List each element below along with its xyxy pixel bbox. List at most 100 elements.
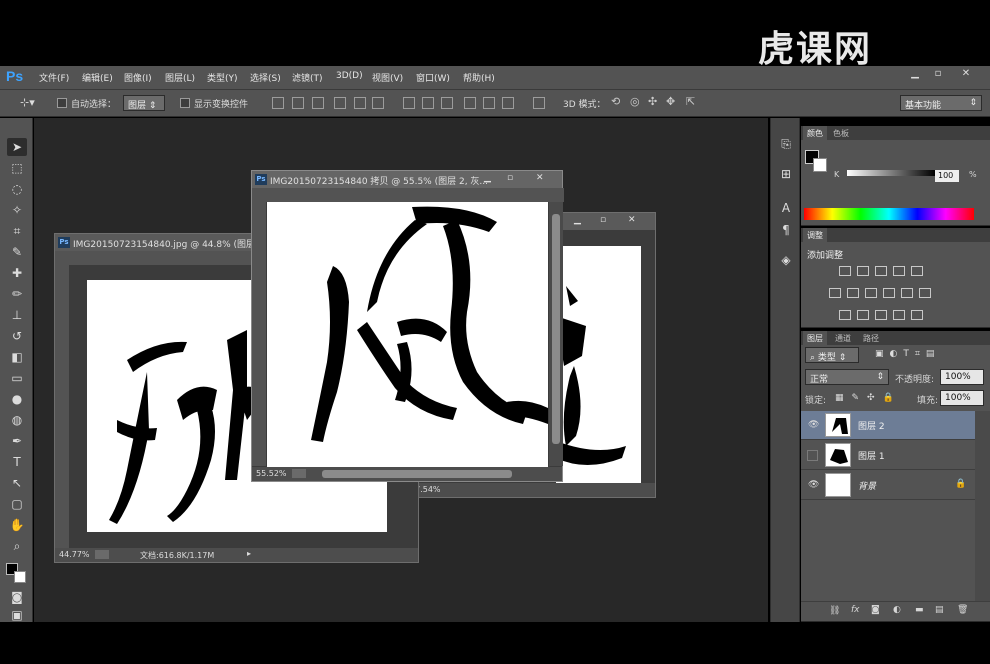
document-2-v-scroll-thumb[interactable] bbox=[552, 214, 560, 444]
auto-select-checkbox[interactable] bbox=[57, 98, 67, 108]
document-window-2[interactable]: Ps IMG20150723154840 拷贝 @ 55.5% (图层 2, 灰… bbox=[251, 170, 564, 482]
distribute-vcenter-icon[interactable] bbox=[422, 97, 434, 109]
3d-scale-icon[interactable]: ⇱ bbox=[686, 95, 695, 108]
menu-filter[interactable]: 滤镜(T) bbox=[292, 71, 323, 84]
layer-filter-icons[interactable]: ▣◐T⌗▤ bbox=[875, 349, 940, 359]
menu-layer[interactable]: 图层(L) bbox=[165, 71, 195, 84]
layers-scrollbar[interactable] bbox=[975, 411, 990, 601]
layer-row-2[interactable]: 👁 图层 2 bbox=[801, 411, 975, 440]
3d-roll-icon[interactable]: ◎ bbox=[630, 95, 640, 108]
move-tool-preset-icon[interactable]: ⊹▾ bbox=[20, 96, 35, 109]
lasso-tool-icon[interactable]: ◌ bbox=[7, 180, 27, 198]
maximize-icon[interactable]: ▫ bbox=[929, 68, 947, 82]
levels-icon[interactable] bbox=[857, 266, 869, 276]
document-3-canvas[interactable] bbox=[556, 246, 641, 484]
hand-tool-icon[interactable]: ✋ bbox=[7, 516, 27, 534]
lock-icons[interactable]: ▦✎✣🔒 bbox=[835, 393, 902, 403]
curves-icon[interactable] bbox=[875, 266, 887, 276]
gradient-tool-icon[interactable]: ▭ bbox=[7, 369, 27, 387]
menu-file[interactable]: 文件(F) bbox=[39, 71, 69, 84]
add-mask-icon[interactable]: ◙ bbox=[871, 605, 880, 615]
magic-wand-tool-icon[interactable]: ✧ bbox=[7, 201, 27, 219]
tab-color[interactable]: 颜色 bbox=[803, 126, 827, 140]
properties-panel-icon[interactable]: ⊞ bbox=[778, 166, 794, 182]
tab-layers[interactable]: 图层 bbox=[803, 331, 827, 345]
selective-color-icon[interactable] bbox=[893, 310, 905, 320]
document-2-close-icon[interactable]: ✕ bbox=[536, 173, 544, 183]
fill-field[interactable]: 100% bbox=[940, 390, 984, 406]
align-left-icon[interactable] bbox=[334, 97, 346, 109]
path-selection-tool-icon[interactable]: ↖ bbox=[7, 474, 27, 492]
blend-mode-dropdown[interactable]: 正常 ⇕ bbox=[805, 369, 889, 385]
paragraph-panel-icon[interactable]: ¶ bbox=[778, 222, 794, 238]
type-tool-icon[interactable]: T bbox=[7, 453, 27, 471]
tab-paths[interactable]: 路径 bbox=[859, 331, 883, 345]
new-group-icon[interactable]: ▬ bbox=[915, 605, 924, 615]
minimize-icon[interactable]: ▁ bbox=[906, 68, 924, 82]
invert-icon[interactable] bbox=[839, 310, 851, 320]
document-2-title-bar[interactable]: Ps IMG20150723154840 拷贝 @ 55.5% (图层 2, 灰… bbox=[252, 171, 562, 188]
menu-edit[interactable]: 编辑(E) bbox=[82, 71, 113, 84]
black-white-icon[interactable] bbox=[865, 288, 877, 298]
screen-mode-icon[interactable]: ▣ bbox=[7, 606, 27, 624]
align-hcenter-icon[interactable] bbox=[354, 97, 366, 109]
trash-icon[interactable]: 🗑 bbox=[957, 605, 968, 615]
color-background-swatch[interactable] bbox=[813, 158, 827, 172]
align-bottom-icon[interactable] bbox=[312, 97, 324, 109]
character-panel-icon[interactable]: A bbox=[778, 200, 794, 216]
layer-row-background[interactable]: 👁 背景 🔒 bbox=[801, 471, 975, 500]
align-vcenter-icon[interactable] bbox=[292, 97, 304, 109]
threshold-icon[interactable] bbox=[875, 310, 887, 320]
history-panel-icon[interactable]: ⎘ bbox=[778, 136, 794, 152]
document-2-minimize-icon[interactable]: ▁ bbox=[484, 173, 491, 183]
gradient-map-icon[interactable] bbox=[911, 310, 923, 320]
menu-view[interactable]: 视图(V) bbox=[372, 71, 403, 84]
healing-brush-tool-icon[interactable]: ✚ bbox=[7, 264, 27, 282]
hue-saturation-icon[interactable] bbox=[829, 288, 841, 298]
fx-icon[interactable]: fx bbox=[851, 605, 860, 615]
layer-name[interactable]: 图层 1 bbox=[858, 449, 885, 462]
distribute-right-icon[interactable] bbox=[502, 97, 514, 109]
color-ramp[interactable] bbox=[804, 208, 974, 220]
pen-tool-icon[interactable]: ✒ bbox=[7, 432, 27, 450]
new-layer-icon[interactable]: ▤ bbox=[935, 605, 944, 615]
zoom-tool-icon[interactable]: ⌕ bbox=[7, 537, 27, 555]
menu-type[interactable]: 类型(Y) bbox=[207, 71, 238, 84]
align-top-icon[interactable] bbox=[272, 97, 284, 109]
adjustment-layer-icon[interactable]: ◐ bbox=[893, 605, 901, 615]
document-2-canvas[interactable] bbox=[267, 202, 548, 468]
opacity-field[interactable]: 100% bbox=[940, 369, 984, 385]
document-1-info-menu-icon[interactable]: ▸ bbox=[247, 549, 251, 558]
dodge-tool-icon[interactable]: ◍ bbox=[7, 411, 27, 429]
history-brush-tool-icon[interactable]: ↺ bbox=[7, 327, 27, 345]
eye-icon[interactable]: 👁 bbox=[808, 480, 820, 490]
align-right-icon[interactable] bbox=[372, 97, 384, 109]
layer-name[interactable]: 背景 bbox=[858, 479, 876, 492]
distribute-top-icon[interactable] bbox=[403, 97, 415, 109]
workspace-dropdown[interactable]: 基本功能 ⇕ bbox=[900, 95, 982, 111]
document-3-minimize-icon[interactable]: ▁ bbox=[574, 215, 581, 225]
layer-filter-dropdown[interactable]: ⌕ 类型 ⇕ bbox=[805, 347, 859, 363]
quick-mask-icon[interactable]: ◙ bbox=[7, 588, 27, 606]
3d-slide-icon[interactable]: ✥ bbox=[666, 95, 675, 108]
tab-swatches[interactable]: 色板 bbox=[829, 126, 853, 140]
background-color-swatch[interactable] bbox=[14, 571, 26, 583]
menu-help[interactable]: 帮助(H) bbox=[463, 71, 495, 84]
posterize-icon[interactable] bbox=[857, 310, 869, 320]
close-icon[interactable]: ✕ bbox=[957, 68, 975, 82]
document-2-maximize-icon[interactable]: ▫ bbox=[507, 173, 513, 183]
eyedropper-tool-icon[interactable]: ✎ bbox=[7, 243, 27, 261]
exposure-icon[interactable] bbox=[893, 266, 905, 276]
link-layers-icon[interactable]: ⛓ bbox=[829, 606, 840, 616]
photo-filter-icon[interactable] bbox=[883, 288, 895, 298]
channel-mixer-icon[interactable] bbox=[901, 288, 913, 298]
document-1-export-icon[interactable] bbox=[95, 550, 109, 559]
show-transform-checkbox[interactable] bbox=[180, 98, 190, 108]
stamp-tool-icon[interactable]: ⊥ bbox=[7, 306, 27, 324]
vibrance-icon[interactable] bbox=[911, 266, 923, 276]
layer-row-1[interactable]: 图层 1 bbox=[801, 441, 975, 470]
eraser-tool-icon[interactable]: ◧ bbox=[7, 348, 27, 366]
tab-adjustments[interactable]: 调整 bbox=[803, 228, 827, 242]
document-3-close-icon[interactable]: ✕ bbox=[628, 215, 636, 225]
document-2-export-icon[interactable] bbox=[292, 469, 306, 478]
